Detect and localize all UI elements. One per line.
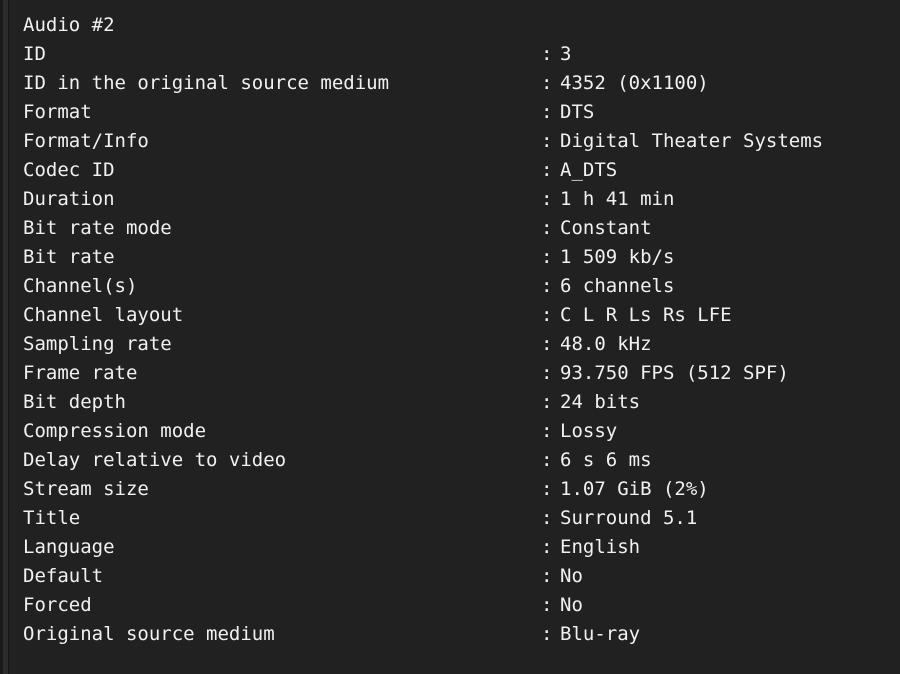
field-value: 1 509 kb/s xyxy=(560,243,674,272)
text-report-surface[interactable]: Audio #2 ID:3ID in the original source m… xyxy=(9,0,900,674)
field-row: Format/Info: Digital Theater Systems xyxy=(23,127,900,156)
field-value: Constant xyxy=(560,214,652,243)
field-separator: : xyxy=(541,243,552,272)
field-separator: : xyxy=(541,620,552,649)
field-row: Frame rate:93.750 FPS (512 SPF) xyxy=(23,359,900,388)
field-row: Codec ID: A_DTS xyxy=(23,156,900,185)
section-heading-audio: Audio #2 xyxy=(23,11,900,40)
field-separator: : xyxy=(541,272,552,301)
field-value: C L R Ls Rs LFE xyxy=(560,301,732,330)
field-label: Stream size xyxy=(23,475,149,504)
field-row: Original source medium: Blu-ray xyxy=(23,620,900,649)
field-value: A_DTS xyxy=(560,156,617,185)
field-row: Duration:1 h 41 min xyxy=(23,185,900,214)
field-separator: : xyxy=(541,562,552,591)
field-label: Format/Info xyxy=(23,127,149,156)
field-row: ID:3 xyxy=(23,40,900,69)
field-row: Bit depth:24 bits xyxy=(23,388,900,417)
field-label: Bit rate xyxy=(23,243,115,272)
field-label: Format xyxy=(23,98,92,127)
field-row-list: ID:3ID in the original source medium:435… xyxy=(23,40,900,649)
field-separator: : xyxy=(541,591,552,620)
field-value: 4352 (0x1100) xyxy=(560,69,709,98)
field-label: Original source medium xyxy=(23,620,275,649)
field-value: English xyxy=(560,533,640,562)
field-separator: : xyxy=(541,98,552,127)
field-value: 3 xyxy=(560,40,571,69)
field-value: No xyxy=(560,562,583,591)
field-row: Stream size:1.07 GiB (2%) xyxy=(23,475,900,504)
field-label: Language xyxy=(23,533,115,562)
field-label: Channel layout xyxy=(23,301,183,330)
field-value: 93.750 FPS (512 SPF) xyxy=(560,359,789,388)
field-row: Channel layout: C L R Ls Rs LFE xyxy=(23,301,900,330)
field-separator: : xyxy=(541,417,552,446)
field-label: Default xyxy=(23,562,103,591)
field-separator: : xyxy=(541,388,552,417)
field-row: Bit rate:1 509 kb/s xyxy=(23,243,900,272)
field-row: Title: Surround 5.1 xyxy=(23,504,900,533)
field-separator: : xyxy=(541,446,552,475)
field-value: Surround 5.1 xyxy=(560,504,697,533)
field-value: No xyxy=(560,591,583,620)
field-label: Delay relative to video xyxy=(23,446,286,475)
field-separator: : xyxy=(541,185,552,214)
field-separator: : xyxy=(541,127,552,156)
field-row: Format: DTS xyxy=(23,98,900,127)
field-label: Bit depth xyxy=(23,388,126,417)
field-label: ID xyxy=(23,40,46,69)
field-value: DTS xyxy=(560,98,594,127)
field-label: Bit rate mode xyxy=(23,214,172,243)
media-info-window: Audio #2 ID:3ID in the original source m… xyxy=(0,0,900,674)
field-separator: : xyxy=(541,533,552,562)
field-row: Default: No xyxy=(23,562,900,591)
field-row: Sampling rate:48.0 kHz xyxy=(23,330,900,359)
field-value: Lossy xyxy=(560,417,617,446)
field-value: Digital Theater Systems xyxy=(560,127,823,156)
field-value: 24 bits xyxy=(560,388,640,417)
field-value: 6 channels xyxy=(560,272,674,301)
field-label: Title xyxy=(23,504,80,533)
field-separator: : xyxy=(541,330,552,359)
field-row: Bit rate mode: Constant xyxy=(23,214,900,243)
field-value: 1.07 GiB (2%) xyxy=(560,475,709,504)
field-label: Compression mode xyxy=(23,417,206,446)
field-separator: : xyxy=(541,40,552,69)
field-separator: : xyxy=(541,156,552,185)
field-label: Sampling rate xyxy=(23,330,172,359)
section-heading-label: Audio #2 xyxy=(23,11,115,40)
report-body: Audio #2 ID:3ID in the original source m… xyxy=(23,11,900,649)
field-label: Forced xyxy=(23,591,92,620)
field-value: 48.0 kHz xyxy=(560,330,652,359)
field-row: Channel(s):6 channels xyxy=(23,272,900,301)
field-label: Codec ID xyxy=(23,156,115,185)
field-separator: : xyxy=(541,69,552,98)
field-label: ID in the original source medium xyxy=(23,69,389,98)
field-value: 6 s 6 ms xyxy=(560,446,652,475)
field-row: Forced: No xyxy=(23,591,900,620)
field-label: Duration xyxy=(23,185,115,214)
field-separator: : xyxy=(541,359,552,388)
field-label: Channel(s) xyxy=(23,272,137,301)
field-separator: : xyxy=(541,504,552,533)
field-row: ID in the original source medium:4352 (0… xyxy=(23,69,900,98)
field-row: Compression mode: Lossy xyxy=(23,417,900,446)
field-row: Delay relative to video:6 s 6 ms xyxy=(23,446,900,475)
field-row: Language: English xyxy=(23,533,900,562)
field-separator: : xyxy=(541,214,552,243)
field-label: Frame rate xyxy=(23,359,137,388)
field-value: 1 h 41 min xyxy=(560,185,674,214)
field-value: Blu-ray xyxy=(560,620,640,649)
field-separator: : xyxy=(541,475,552,504)
field-separator: : xyxy=(541,301,552,330)
